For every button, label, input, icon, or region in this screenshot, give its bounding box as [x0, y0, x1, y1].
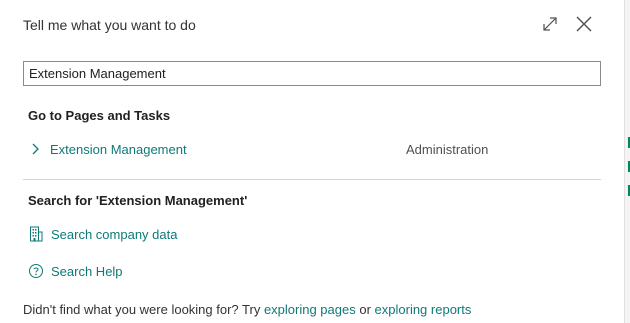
search-section-title: Search for 'Extension Management': [28, 193, 248, 208]
result-category: Administration: [406, 141, 489, 157]
section-divider: [23, 179, 601, 180]
search-company-data-link[interactable]: Search company data: [28, 224, 177, 244]
pages-section-title: Go to Pages and Tasks: [28, 108, 171, 123]
footer-prefix: Didn't find what you were looking for? T…: [23, 302, 264, 317]
search-help-link[interactable]: Search Help: [28, 261, 123, 281]
building-icon: [28, 226, 44, 242]
close-icon: [575, 15, 593, 38]
exploring-reports-link[interactable]: exploring reports: [375, 302, 472, 317]
result-label: Extension Management: [50, 141, 187, 157]
footer-text: Didn't find what you were looking for? T…: [23, 302, 471, 317]
result-row-extension-management[interactable]: Extension Management Administration: [23, 137, 601, 161]
search-company-data-label: Search company data: [51, 226, 178, 242]
background-page-edge: [624, 0, 630, 323]
tell-me-dialog: Tell me what you want to do Go to Pages …: [0, 0, 624, 323]
help-circle-icon: [28, 263, 44, 279]
expand-button[interactable]: [538, 14, 562, 38]
close-button[interactable]: [572, 14, 596, 38]
chevron-right-icon: [26, 142, 44, 156]
dialog-header: Tell me what you want to do: [23, 17, 196, 33]
expand-icon: [541, 15, 559, 38]
exploring-pages-link[interactable]: exploring pages: [264, 302, 356, 317]
footer-middle: or: [355, 302, 375, 317]
search-input[interactable]: [23, 61, 601, 86]
search-help-label: Search Help: [51, 263, 123, 279]
